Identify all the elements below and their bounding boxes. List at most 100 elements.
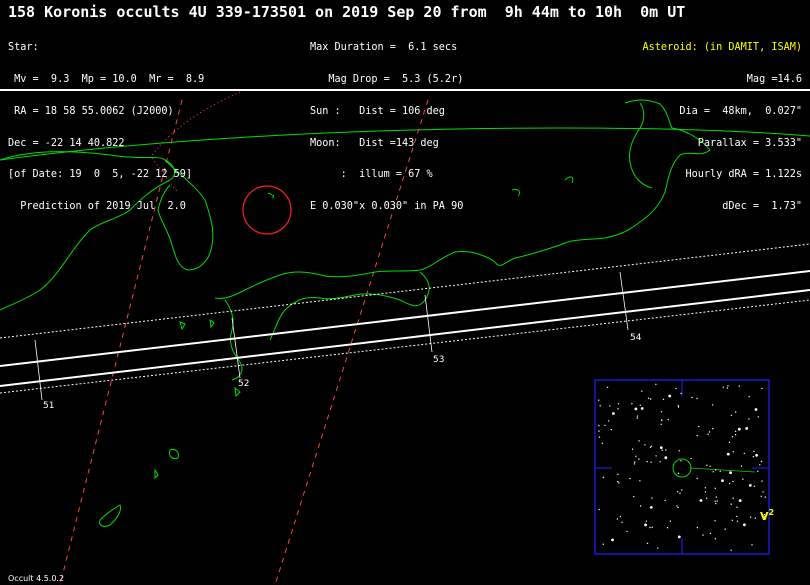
field-star — [754, 517, 757, 519]
field-star — [626, 530, 628, 533]
field-star — [730, 503, 732, 505]
field-star — [617, 403, 620, 405]
field-star — [714, 500, 716, 502]
field-star — [761, 387, 763, 390]
asteroid-line: Dia = 48km, 0.027" — [679, 105, 802, 117]
field-star — [611, 538, 614, 542]
field-star — [675, 387, 677, 390]
field-star — [726, 452, 730, 456]
field-star — [753, 450, 755, 452]
asteroid-heading: Asteroid: (in DAMIT, ISAM) — [642, 42, 802, 54]
field-star — [732, 451, 734, 453]
field-star — [732, 497, 734, 499]
star-chart-border — [594, 379, 770, 555]
field-star — [709, 465, 711, 467]
field-star — [598, 399, 600, 401]
field-star — [680, 392, 682, 395]
time-label-51: 51 — [43, 401, 54, 411]
field-star — [641, 390, 643, 392]
time-tick-51 — [34, 339, 43, 401]
field-star — [728, 441, 731, 444]
field-star — [677, 535, 681, 539]
field-star — [699, 499, 703, 502]
event-line: Mag Drop = 5.3 (5.2r) — [310, 73, 464, 85]
island-small-8 — [511, 189, 521, 197]
field-star — [634, 461, 636, 463]
field-star — [748, 484, 752, 487]
field-star — [716, 500, 718, 502]
field-star — [639, 505, 642, 507]
field-star — [636, 415, 639, 417]
field-star — [631, 403, 633, 405]
field-star — [677, 506, 679, 509]
event-line: : illum = 67 % — [310, 169, 433, 181]
island-small-4 — [179, 321, 186, 331]
star-line: [of Date: 19 0 5, -22 12 59] — [8, 169, 193, 181]
field-star — [633, 495, 635, 498]
field-star — [724, 528, 726, 530]
field-star — [604, 424, 606, 427]
path-limit-north — [0, 243, 810, 339]
field-star — [633, 463, 636, 465]
field-star — [638, 440, 640, 442]
field-star — [712, 427, 714, 430]
field-star — [631, 448, 634, 450]
field-star — [680, 460, 682, 462]
field-star — [715, 502, 717, 505]
field-star — [737, 427, 741, 431]
field-star — [659, 461, 661, 463]
field-star — [752, 456, 755, 458]
field-star — [602, 543, 604, 545]
field-star — [668, 394, 672, 398]
star-line: RA = 18 58 55.0062 (J2000) — [8, 105, 174, 117]
event-line: Max Duration = 6.1 secs — [310, 42, 458, 54]
field-star — [760, 495, 762, 497]
field-star — [676, 491, 679, 493]
path-edge-south — [0, 289, 810, 387]
field-star — [702, 534, 704, 536]
star-line: Dec = -22 14 40.822 — [8, 137, 125, 149]
field-star — [612, 412, 615, 415]
field-star — [708, 431, 711, 433]
field-star — [602, 476, 604, 479]
field-star — [738, 385, 740, 387]
field-star — [714, 538, 716, 540]
field-star — [646, 542, 649, 544]
field-star — [661, 449, 663, 451]
event-info-panel: Max Duration = 6.1 secs Mag Drop = 5.3 (… — [310, 22, 463, 234]
field-star — [760, 460, 763, 463]
field-star — [748, 418, 750, 420]
field-star — [634, 407, 638, 411]
path-edge-north — [0, 270, 810, 367]
field-star — [730, 414, 733, 416]
field-star — [676, 505, 678, 507]
star-line: Prediction of 2019 Jul 2.0 — [8, 201, 186, 213]
field-star — [618, 482, 620, 484]
field-star — [655, 455, 657, 457]
field-star — [757, 416, 759, 418]
field-star — [732, 480, 734, 483]
field-star — [649, 446, 652, 448]
field-star — [727, 385, 729, 387]
path-limit-south — [0, 299, 810, 394]
time-tick-52 — [231, 317, 241, 379]
field-star — [731, 436, 734, 438]
field-star — [755, 453, 758, 457]
field-star — [619, 515, 622, 518]
field-star — [698, 425, 700, 428]
field-star — [635, 455, 637, 457]
field-star — [650, 461, 652, 463]
field-star — [669, 520, 671, 522]
asteroid-line: Parallax = 3.533" — [697, 137, 802, 149]
field-star — [601, 442, 603, 444]
field-star — [743, 452, 745, 455]
field-star — [757, 470, 759, 472]
field-star — [707, 433, 709, 435]
field-star — [655, 383, 657, 385]
field-star — [657, 547, 659, 549]
field-star — [644, 444, 646, 446]
field-star — [696, 477, 698, 480]
field-star — [696, 434, 698, 437]
field-star — [610, 428, 612, 431]
field-star — [690, 457, 692, 460]
